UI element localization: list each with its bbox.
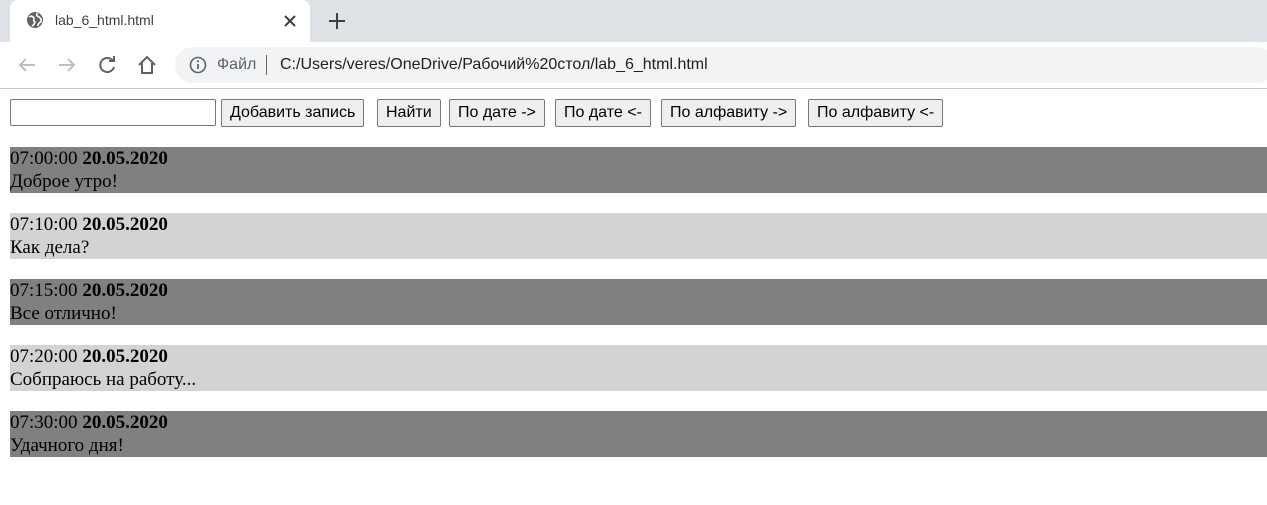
entry-time: 07:30:00 [10,412,78,433]
entry-input[interactable] [10,99,216,126]
plus-icon[interactable] [327,11,347,31]
sort-alpha-asc-button[interactable]: По алфавиту -> [661,99,797,127]
url-text[interactable]: C:/Users/veres/OneDrive/Рабочий%20стол/l… [280,56,708,74]
reload-icon[interactable] [96,54,118,76]
entry-date: 20.05.2020 [82,412,168,433]
find-button[interactable]: Найти [377,99,441,127]
tab-title: lab_6_html.html [55,12,154,28]
info-icon[interactable] [189,56,207,74]
entry-time: 07:20:00 [10,346,78,367]
browser-toolbar: Файл C:/Users/veres/OneDrive/Рабочий%20с… [0,42,1267,89]
entry-item: 07:10:00 20.05.2020 Как дела? [10,213,1267,259]
entry-text: Доброе утро! [10,171,118,192]
entry-text: Как дела? [10,237,90,258]
entry-time: 07:15:00 [10,280,78,301]
tab-strip: lab_6_html.html [0,0,1267,42]
entry-date: 20.05.2020 [82,280,168,301]
entry-text: Удачного дня! [10,435,124,456]
entry-text: Собпраюсь на работу... [10,369,197,390]
address-bar[interactable]: Файл C:/Users/veres/OneDrive/Рабочий%20с… [175,47,1267,83]
page-content: Добавить запись Найти По дате -> По дате… [0,89,1267,505]
entry-time: 07:10:00 [10,214,78,235]
sort-date-desc-button[interactable]: По дате <- [555,99,651,127]
close-icon[interactable] [282,13,298,29]
entry-text: Все отлично! [10,303,117,324]
entry-item: 07:00:00 20.05.2020 Доброе утро! [10,147,1267,193]
entry-item: 07:30:00 20.05.2020 Удачного дня! [10,411,1267,457]
globe-icon [27,12,43,28]
divider [266,55,267,75]
entry-date: 20.05.2020 [82,214,168,235]
forward-icon[interactable] [56,54,78,76]
sort-alpha-desc-button[interactable]: По алфавиту <- [808,99,944,127]
entry-time: 07:00:00 [10,148,78,169]
entry-date: 20.05.2020 [82,148,168,169]
entries-list: 07:00:00 20.05.2020 Доброе утро! 07:10:0… [10,147,1267,477]
active-tab[interactable]: lab_6_html.html [10,0,310,42]
back-icon[interactable] [16,54,38,76]
sort-date-asc-button[interactable]: По дате -> [449,99,545,127]
add-entry-button[interactable]: Добавить запись [221,99,365,127]
home-icon[interactable] [136,54,158,76]
scheme-label: Файл [217,56,257,73]
entry-item: 07:15:00 20.05.2020 Все отлично! [10,279,1267,325]
entry-item: 07:20:00 20.05.2020 Собпраюсь на работу.… [10,345,1267,391]
entry-date: 20.05.2020 [82,346,168,367]
